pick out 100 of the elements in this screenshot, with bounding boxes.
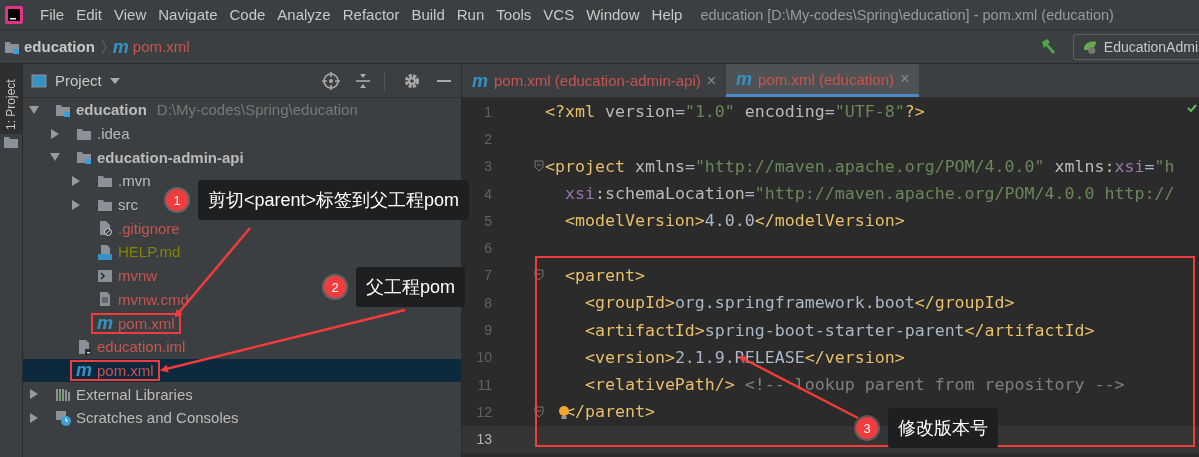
tree-item[interactable]: m pom.xml bbox=[70, 359, 160, 381]
breadcrumb[interactable]: m pom.xml bbox=[112, 37, 190, 56]
collapsed-arrow-icon[interactable] bbox=[71, 175, 81, 186]
maven-icon: m bbox=[736, 70, 753, 88]
code-line: <groupId>org.springframework.boot</groupId> bbox=[583, 293, 1015, 313]
file-icon bbox=[76, 338, 92, 355]
tree-item-label: education.iml bbox=[97, 338, 186, 356]
breadcrumb-label: education bbox=[24, 38, 95, 55]
code-line: <artifactId>spring-boot-starter-parent</artifactId> bbox=[583, 320, 1095, 340]
line-number: 4 bbox=[483, 185, 492, 202]
line-number: 6 bbox=[483, 240, 492, 257]
fold-icon[interactable] bbox=[534, 405, 544, 418]
leaf-icon bbox=[1081, 38, 1098, 55]
collapse-all-icon[interactable] bbox=[354, 71, 372, 90]
library-icon bbox=[55, 386, 71, 403]
settings-icon[interactable] bbox=[403, 71, 421, 90]
menu-item[interactable]: Window bbox=[580, 6, 646, 23]
line-number: 7 bbox=[483, 267, 492, 284]
menu-item[interactable]: Edit bbox=[70, 6, 109, 23]
close-icon[interactable]: × bbox=[706, 71, 717, 90]
tree-item-label: education bbox=[76, 101, 147, 119]
code-line: </parent> bbox=[544, 402, 655, 422]
line-number: 11 bbox=[476, 376, 492, 393]
project-tool-tab[interactable]: 1: Project bbox=[0, 64, 22, 134]
menu-item[interactable]: View bbox=[108, 6, 153, 23]
callout-text: 修改版本号 bbox=[888, 408, 998, 448]
editor-tab[interactable]: m pom.xml (education-admin-api) × bbox=[462, 64, 727, 97]
run-configuration-dropdown[interactable]: EducationAdmi bbox=[1072, 33, 1199, 60]
window-icon bbox=[31, 72, 47, 89]
step-badge: 1 bbox=[166, 189, 188, 211]
breadcrumb-label: pom.xml bbox=[132, 38, 190, 55]
fold-icon[interactable] bbox=[534, 269, 544, 282]
tree-item-label: pom.xml bbox=[97, 361, 154, 379]
markdown-file-icon bbox=[97, 243, 113, 260]
tree-item-label: .gitignore bbox=[118, 219, 180, 237]
module-folder-icon bbox=[76, 149, 92, 166]
collapsed-arrow-icon[interactable] bbox=[29, 389, 39, 400]
expanded-arrow-icon[interactable] bbox=[29, 104, 39, 115]
callout-text: 剪切<parent>标签到父工程pom bbox=[198, 180, 470, 220]
tree-item[interactable]: .idea bbox=[70, 123, 136, 145]
line-number: 12 bbox=[475, 403, 492, 420]
menu-item[interactable]: Tools bbox=[490, 6, 538, 23]
path-label: D:\My-codes\Spring\education bbox=[156, 101, 358, 119]
tree-item-label: mvnw.cmd bbox=[118, 290, 189, 308]
tree-item[interactable]: External Libraries bbox=[49, 383, 199, 405]
menu-item[interactable]: Navigate bbox=[152, 6, 224, 23]
maven-icon: m bbox=[76, 361, 92, 380]
code-line: <modelVersion>4.0.0</modelVersion> bbox=[563, 211, 905, 231]
window-title: education [D:\My-codes\Spring\education] - pom.xml (education) bbox=[700, 6, 1114, 23]
line-number: 10 bbox=[475, 349, 492, 366]
tree-item[interactable]: src bbox=[91, 194, 144, 216]
menu-item[interactable]: Run bbox=[450, 6, 491, 23]
tree-item-label: .idea bbox=[97, 125, 130, 143]
menu-item[interactable]: Code bbox=[223, 6, 272, 23]
line-number: 3 bbox=[483, 158, 492, 175]
menu-item[interactable]: Help bbox=[645, 6, 689, 23]
code-line: <version>2.1.9.RELEASE</version> bbox=[583, 347, 905, 367]
line-number: 9 bbox=[483, 322, 492, 338]
tree-item-label: src bbox=[118, 196, 138, 214]
fold-icon[interactable] bbox=[534, 160, 544, 173]
collapsed-arrow-icon[interactable] bbox=[29, 412, 39, 423]
tree-item-label: education-admin-api bbox=[97, 148, 244, 166]
tree-item-label: pom.xml bbox=[118, 314, 175, 332]
maven-icon: m bbox=[472, 71, 488, 90]
menu-item[interactable]: Build bbox=[405, 6, 451, 23]
code-line: <project xmlns="http://maven.apache.org/POM/4.0.0" xmlns:xsi="h bbox=[544, 156, 1175, 176]
tree-item[interactable]: m pom.xml bbox=[91, 312, 181, 334]
panel-title[interactable]: Project bbox=[55, 72, 102, 89]
tree-item-label: External Libraries bbox=[76, 385, 193, 403]
menu-item[interactable]: Refactor bbox=[336, 6, 406, 23]
menu-item[interactable]: File bbox=[34, 6, 71, 23]
tree-item-label: .mvn bbox=[118, 172, 151, 190]
caret-icon[interactable] bbox=[109, 77, 120, 84]
code-line: xsi:schemaLocation="http://maven.apache.org/POM/4.0.0 http:// bbox=[563, 184, 1175, 204]
line-number: 5 bbox=[483, 212, 492, 229]
tree-item[interactable]: education bbox=[49, 99, 153, 121]
expanded-arrow-icon[interactable] bbox=[50, 152, 60, 163]
line-number: 13 bbox=[475, 431, 492, 448]
code-line: <parent> bbox=[563, 265, 645, 285]
text-file-icon bbox=[97, 291, 113, 308]
callout-text: 父工程pom bbox=[356, 267, 465, 307]
menu-item[interactable]: VCS bbox=[537, 6, 581, 23]
locate-icon[interactable] bbox=[322, 71, 340, 90]
maven-icon: m bbox=[112, 37, 129, 56]
tree-item-label: mvnw bbox=[118, 267, 158, 285]
breadcrumb[interactable]: education bbox=[4, 38, 95, 55]
tree-item[interactable]: education-admin-api bbox=[70, 146, 250, 168]
scratches-icon bbox=[55, 409, 71, 426]
tree-item[interactable]: Scratches and Consoles bbox=[49, 407, 245, 429]
maven-icon: m bbox=[97, 314, 113, 333]
menu-item[interactable]: Analyze bbox=[271, 6, 337, 23]
code-line: <?xml version="1.0" encoding="UTF-8"?> bbox=[544, 102, 925, 122]
collapsed-arrow-icon[interactable] bbox=[50, 128, 60, 139]
lightbulb-icon[interactable] bbox=[558, 405, 570, 422]
terminal-file-icon bbox=[97, 267, 113, 284]
line-number: 2 bbox=[483, 130, 492, 147]
check-icon bbox=[1187, 104, 1197, 112]
tree-item[interactable]: .mvn bbox=[91, 170, 157, 192]
collapsed-arrow-icon[interactable] bbox=[71, 199, 81, 210]
ignore-file-icon bbox=[97, 220, 113, 237]
